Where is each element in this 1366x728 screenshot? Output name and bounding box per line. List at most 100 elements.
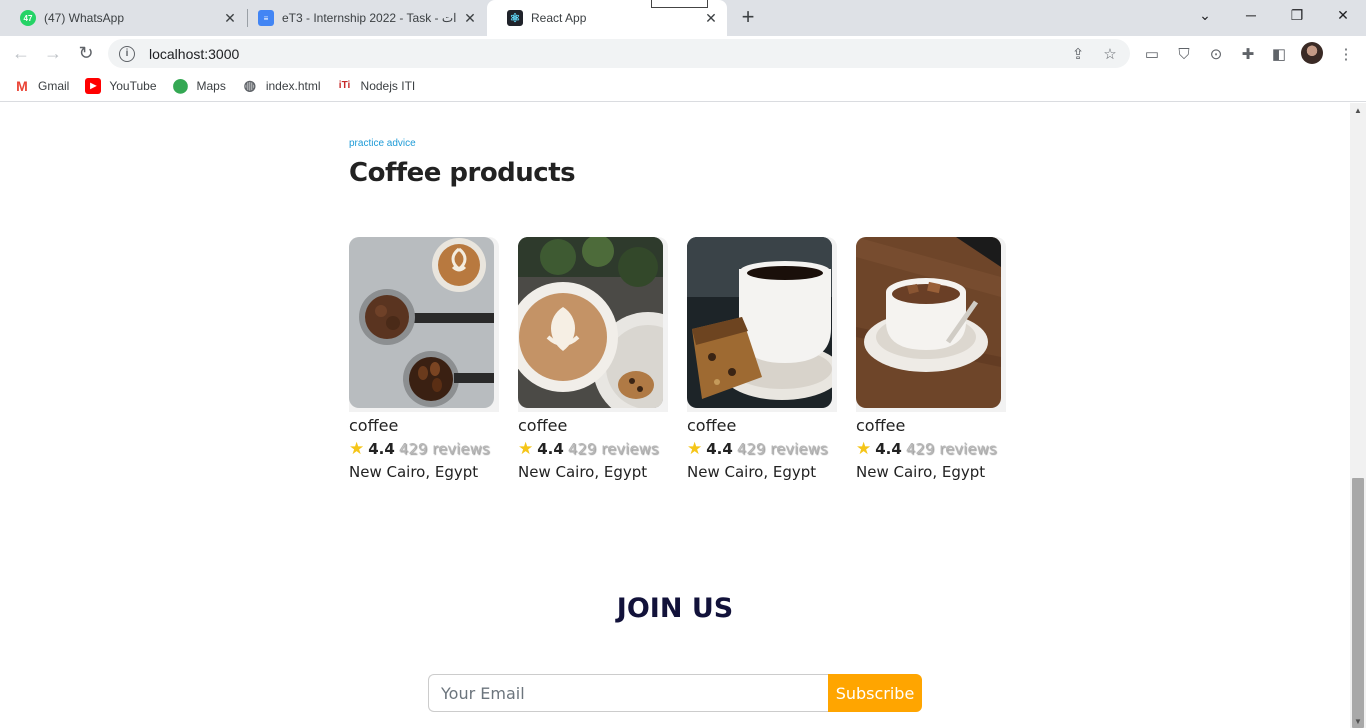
product-location: New Cairo, Egypt	[349, 463, 479, 481]
product-location: New Cairo, Egypt	[687, 463, 817, 481]
bookmark-label: index.html	[265, 78, 321, 93]
tab-drag-indicator	[651, 0, 708, 8]
chevron-down-icon: ⌄	[1199, 6, 1211, 23]
close-icon[interactable]: ✕	[222, 10, 238, 26]
coffee-tools-photo	[349, 237, 494, 408]
scrollbar-thumb[interactable]	[1352, 478, 1364, 728]
product-name: coffee	[518, 416, 568, 435]
site-info-icon[interactable]: i	[119, 45, 135, 62]
scroll-down-arrow-icon[interactable]: ▼	[1350, 714, 1366, 728]
product-card[interactable]: coffee ★ 4.4 429 reviews New Cairo, Egyp…	[349, 237, 499, 481]
tab-title: eT3 - Internship 2022 - Task - ات	[282, 11, 457, 25]
product-rating: ★ 4.4 429 reviews	[518, 439, 668, 459]
shield-extension-icon[interactable]: ⛉	[1173, 43, 1195, 65]
latte-art-photo	[518, 237, 663, 408]
tab-search-button[interactable]: ⌄	[1182, 0, 1228, 30]
close-window-button[interactable]: ✕	[1320, 0, 1366, 30]
subscribe-button[interactable]: Subscribe	[828, 674, 922, 712]
product-location: New Cairo, Egypt	[518, 463, 648, 481]
product-list: coffee ★ 4.4 429 reviews New Cairo, Egyp…	[349, 237, 1009, 487]
bookmark-label: Gmail	[38, 78, 70, 93]
close-icon[interactable]: ✕	[703, 10, 719, 26]
join-us-title: JOIN US	[616, 593, 734, 624]
new-tab-button[interactable]: +	[736, 4, 760, 29]
product-card[interactable]: coffee ★ 4.4 429 reviews New Cairo, Egyp…	[856, 237, 1006, 481]
tab-internship-doc[interactable]: ≡ eT3 - Internship 2022 - Task - ات ✕	[238, 0, 486, 36]
bookmark-gmail[interactable]: M Gmail	[14, 78, 69, 94]
product-image-frame	[856, 237, 1006, 412]
cup-on-table-photo	[856, 237, 1001, 408]
review-count: 429 reviews	[567, 440, 659, 458]
browser-toolbar: ← → ↻ i localhost:3000 ⇪ ☆ ▭ ⛉ ⊙ ✚ ◧ ⋮	[0, 36, 1366, 70]
star-icon: ★	[349, 439, 365, 459]
share-icon[interactable]: ⇪	[1066, 42, 1090, 66]
side-panel-icon[interactable]: ◧	[1268, 43, 1290, 65]
restore-icon: ❐	[1290, 6, 1304, 23]
bookmark-nodejs-iti[interactable]: iTi Nodejs ITI	[337, 78, 416, 94]
rating-score: 4.4	[537, 440, 564, 458]
extensions-puzzle-icon[interactable]: ✚	[1237, 43, 1259, 65]
page-scrollbar[interactable]: ▲ ▼	[1350, 103, 1366, 728]
minimize-button[interactable]: ─	[1228, 0, 1274, 30]
tab-strip: 47 (47) WhatsApp ✕ ≡ eT3 - Internship 20…	[0, 0, 1366, 36]
react-icon: ⚛	[507, 10, 523, 26]
bookmark-index[interactable]: ◍ index.html	[242, 77, 321, 94]
whatsapp-icon: 47	[20, 10, 36, 26]
product-rating: ★ 4.4 429 reviews	[687, 439, 837, 459]
product-rating: ★ 4.4 429 reviews	[349, 439, 499, 459]
tab-title: React App	[531, 11, 587, 25]
menu-kebab-icon[interactable]: ⋮	[1335, 43, 1357, 65]
bookmark-label: Nodejs ITI	[360, 78, 416, 93]
google-docs-icon: ≡	[258, 10, 274, 26]
cast-icon[interactable]: ▭	[1141, 43, 1163, 65]
globe-icon: ◍	[243, 77, 256, 93]
email-input[interactable]	[428, 674, 828, 712]
product-name: coffee	[856, 416, 906, 435]
coffee-cake-photo	[687, 237, 832, 408]
product-name: coffee	[687, 416, 737, 435]
section-eyebrow: practice advice	[349, 138, 416, 149]
tab-whatsapp[interactable]: 47 (47) WhatsApp ✕	[0, 0, 246, 36]
bookmarks-bar: M Gmail ▶ YouTube ⬤ Maps ◍ index.html iT…	[0, 70, 1366, 102]
review-count: 429 reviews	[398, 440, 490, 458]
close-icon[interactable]: ✕	[462, 10, 478, 26]
reload-icon: ↻	[78, 42, 94, 63]
scroll-up-arrow-icon[interactable]: ▲	[1350, 103, 1366, 117]
bookmark-maps[interactable]: ⬤ Maps	[172, 77, 226, 94]
subscribe-form: Subscribe	[428, 674, 922, 712]
arrow-left-icon: ←	[12, 42, 30, 63]
bookmark-label: YouTube	[109, 78, 157, 93]
page-viewport: practice advice Coffee products coffee ★…	[0, 103, 1350, 728]
bookmark-star-icon[interactable]: ☆	[1098, 42, 1122, 66]
product-card[interactable]: coffee ★ 4.4 429 reviews New Cairo, Egyp…	[518, 237, 668, 481]
minimize-icon: ─	[1246, 7, 1256, 23]
forward-button[interactable]: →	[40, 40, 66, 66]
section-title: Coffee products	[349, 158, 576, 188]
product-rating: ★ 4.4 429 reviews	[856, 439, 1006, 459]
close-icon: ✕	[1337, 6, 1349, 23]
bookmark-youtube[interactable]: ▶ YouTube	[85, 77, 157, 94]
youtube-icon: ▶	[85, 77, 102, 94]
product-image-frame	[349, 237, 499, 412]
review-count: 429 reviews	[905, 440, 997, 458]
arrow-right-icon: →	[44, 42, 62, 63]
product-image-frame	[518, 237, 668, 412]
iti-logo-icon: iTi	[338, 80, 351, 91]
product-card[interactable]: coffee ★ 4.4 429 reviews New Cairo, Egyp…	[687, 237, 837, 481]
maps-pin-icon: ⬤	[172, 77, 189, 93]
star-icon: ★	[856, 439, 872, 459]
star-icon: ★	[687, 439, 703, 459]
reload-button[interactable]: ↻	[73, 40, 99, 66]
back-button[interactable]: ←	[8, 40, 34, 66]
product-name: coffee	[349, 416, 399, 435]
gmail-icon: M	[16, 77, 28, 94]
code-extension-icon[interactable]: ⊙	[1205, 43, 1227, 65]
address-bar[interactable]: i localhost:3000 ⇪ ☆	[108, 39, 1130, 68]
rating-score: 4.4	[875, 440, 902, 458]
bookmark-label: Maps	[196, 78, 226, 93]
tab-title: (47) WhatsApp	[44, 11, 125, 25]
profile-avatar[interactable]	[1301, 42, 1323, 64]
rating-score: 4.4	[706, 440, 733, 458]
restore-button[interactable]: ❐	[1274, 0, 1320, 30]
url-text[interactable]: localhost:3000	[149, 46, 1066, 62]
